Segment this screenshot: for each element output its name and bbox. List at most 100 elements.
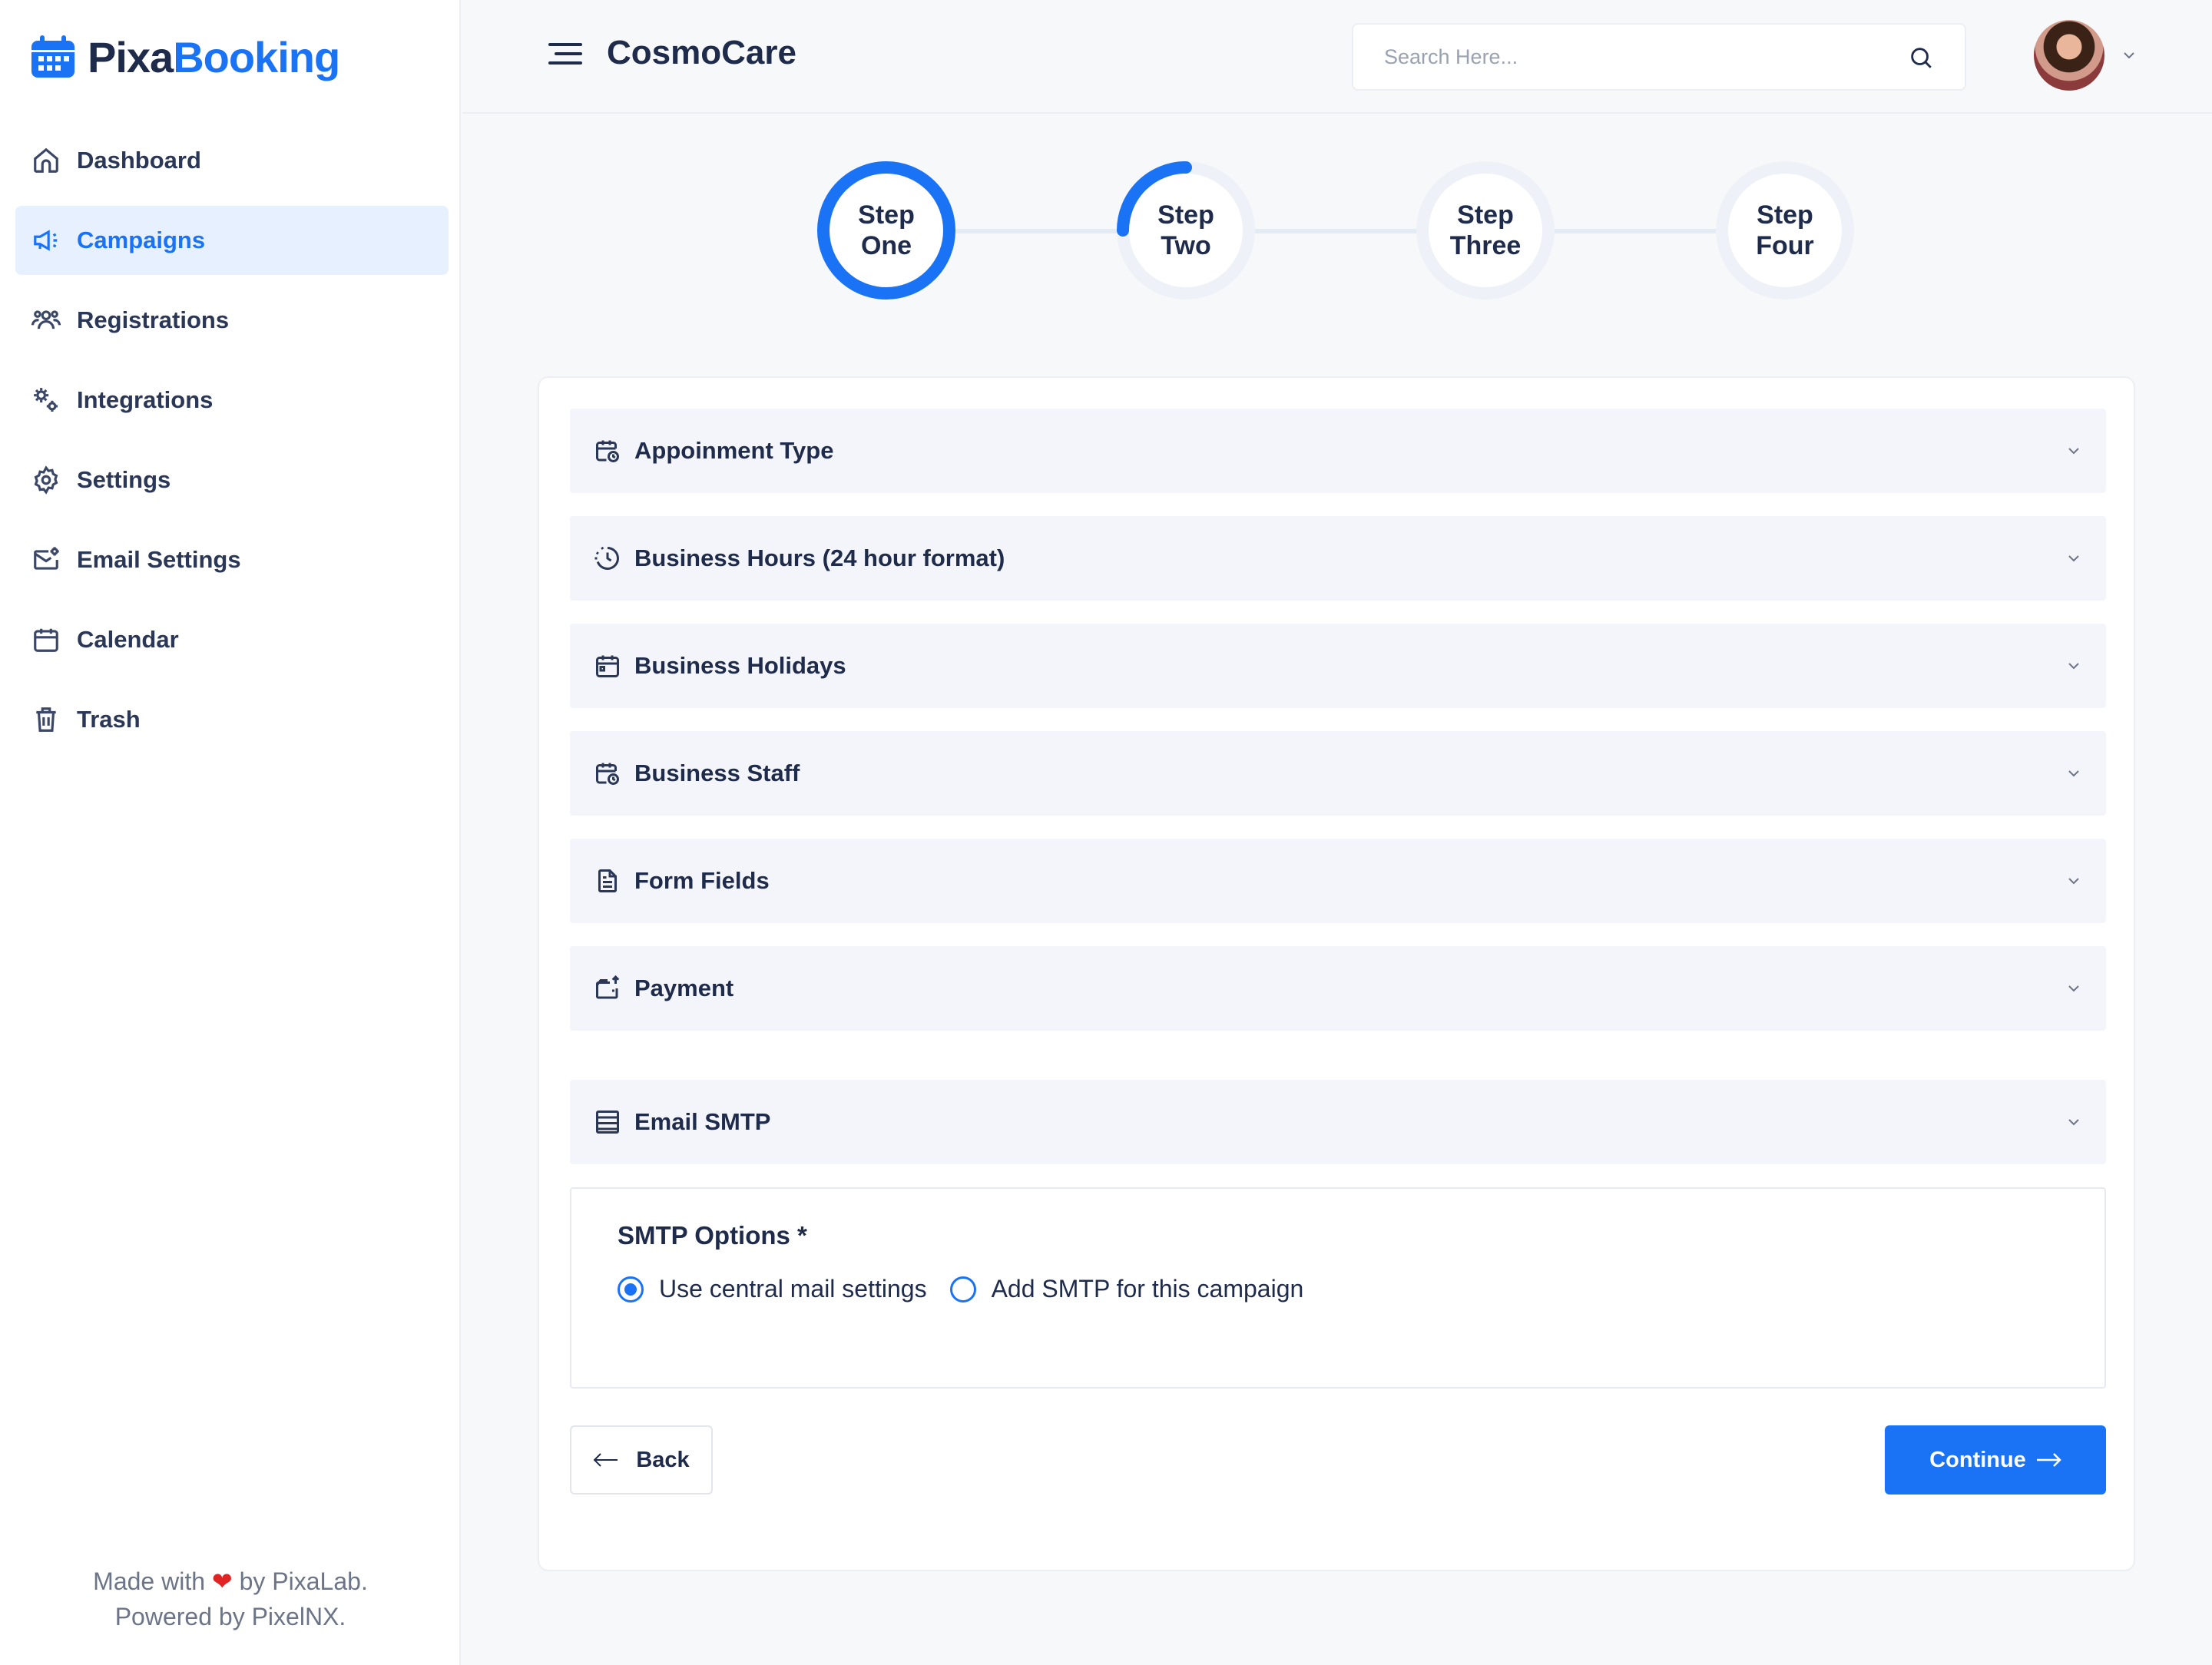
step-label-line1: Step [1757,200,1813,230]
sidebar-item-registrations[interactable]: Registrations [15,286,449,355]
step-label: Step Four [1756,200,1814,261]
step-four[interactable]: Step Four [1716,161,1854,300]
continue-button-label: Continue [1929,1447,2026,1472]
calendar-icon [593,651,622,680]
step-connector [955,229,1117,233]
megaphone-icon [31,225,61,256]
accordion-label: Appoinment Type [634,437,834,464]
search-icon[interactable] [1908,45,1934,71]
gear-icon [31,465,61,495]
accordion-email-smtp[interactable]: Email SMTP [570,1080,2106,1164]
sidebar-item-settings[interactable]: Settings [15,445,449,515]
step-connector [1255,229,1416,233]
accordion-form-fields[interactable]: Form Fields [570,839,2106,923]
sidebar-item-label: Calendar [77,626,179,653]
step-progress-arc [1117,161,1192,237]
logo-text: PixaBooking [88,32,340,82]
sidebar-item-campaigns[interactable]: Campaigns [15,206,449,275]
stepper: Step One Step Two Step Three Step Four [817,161,1854,300]
smtp-options-label: SMTP Options * [618,1221,807,1250]
accordion-appointment-type[interactable]: Appoinment Type [570,409,2106,493]
sidebar-item-label: Trash [77,706,141,733]
sidebar-item-trash[interactable]: Trash [15,685,449,754]
radio-button[interactable] [949,1276,976,1303]
chevron-down-icon [2068,770,2079,777]
server-icon [593,1107,622,1137]
sidebar: PixaBooking Dashboard Campaigns Registra… [0,0,461,1665]
footer-line-2: Powered by PixelNX. [114,1603,346,1630]
campaign-form-card: Appoinment Type Business Hours (24 hour … [538,376,2135,1571]
sidebar-item-label: Dashboard [77,147,201,174]
back-button[interactable]: Back [570,1425,713,1495]
radio-button-selected[interactable] [618,1276,644,1303]
arrow-right-icon [2036,1453,2061,1467]
radio-central-mail[interactable]: Use central mail settings [618,1275,927,1303]
arrow-left-icon [593,1453,618,1467]
smtp-radio-group: Use central mail settings Add SMTP for t… [618,1275,1326,1303]
accordion-label: Business Hours (24 hour format) [634,545,1005,571]
avatar[interactable] [2034,20,2104,91]
accordion-label: Form Fields [634,867,770,894]
continue-button[interactable]: Continue [1885,1425,2106,1495]
sidebar-item-integrations[interactable]: Integrations [15,366,449,435]
sidebar-item-email-settings[interactable]: Email Settings [15,525,449,594]
menu-toggle-icon[interactable] [548,43,582,71]
sidebar-nav: Dashboard Campaigns Registrations Integr… [15,126,449,765]
chevron-down-icon [2068,663,2079,670]
sidebar-item-label: Integrations [77,386,214,413]
step-label-line1: Step [858,200,915,230]
sidebar-item-label: Email Settings [77,546,241,573]
radio-label: Use central mail settings [659,1275,927,1303]
home-icon [31,145,61,176]
step-one[interactable]: Step One [817,161,955,300]
chevron-down-icon [2068,1119,2079,1126]
smtp-options-panel: SMTP Options * Use central mail settings… [570,1187,2106,1389]
radio-label: Add SMTP for this campaign [991,1275,1304,1303]
step-label: Step Three [1450,200,1522,261]
mail-gear-icon [31,545,61,575]
step-two[interactable]: Step Two [1117,161,1255,300]
search-input[interactable] [1353,25,1891,89]
chevron-down-icon [2068,448,2079,455]
step-label-line2: Three [1449,231,1522,260]
logo[interactable]: PixaBooking [29,29,340,84]
chevron-down-icon[interactable] [2120,46,2138,65]
gears-icon [31,385,61,415]
logo-text-part2: Booking [173,32,340,81]
chevron-down-icon [2068,985,2079,992]
sidebar-item-label: Registrations [77,306,230,333]
footer-made-with: Made with [93,1567,206,1595]
users-icon [31,305,61,336]
sidebar-item-label: Settings [77,466,171,493]
calendar-clock-icon [593,436,622,465]
accordion-business-hours[interactable]: Business Hours (24 hour format) [570,516,2106,601]
chevron-down-icon [2068,555,2079,562]
accordion-payment[interactable]: Payment [570,946,2106,1031]
calendar-clock-icon [593,759,622,788]
step-label-line1: Step [1457,200,1514,230]
wallet-icon [593,974,622,1003]
step-three[interactable]: Step Three [1416,161,1555,300]
sidebar-footer: Made with ❤ by PixaLab. Powered by Pixel… [0,1564,461,1634]
logo-text-part1: Pixa [88,32,174,81]
accordion-business-holidays[interactable]: Business Holidays [570,624,2106,708]
sidebar-item-calendar[interactable]: Calendar [15,605,449,674]
sidebar-item-dashboard[interactable]: Dashboard [15,126,449,195]
calendar-icon [31,624,61,655]
accordion-label: Payment [634,975,734,1001]
back-button-label: Back [636,1447,690,1472]
history-clock-icon [593,544,622,573]
footer-by: by PixaLab. [239,1567,368,1595]
radio-campaign-smtp[interactable]: Add SMTP for this campaign [949,1275,1304,1303]
document-icon [593,866,622,895]
calendar-logo-icon [31,35,75,78]
footer-line-1: Made with ❤ by PixaLab. [0,1564,461,1599]
step-label-line2: Four [1756,231,1814,260]
accordion-business-staff[interactable]: Business Staff [570,731,2106,816]
accordion-label: Email SMTP [634,1108,771,1135]
step-connector [1555,229,1716,233]
step-label-line2: One [860,231,912,260]
heart-icon: ❤ [211,1567,233,1595]
page-title: CosmoCare [607,34,796,71]
sidebar-item-label: Campaigns [77,227,206,253]
